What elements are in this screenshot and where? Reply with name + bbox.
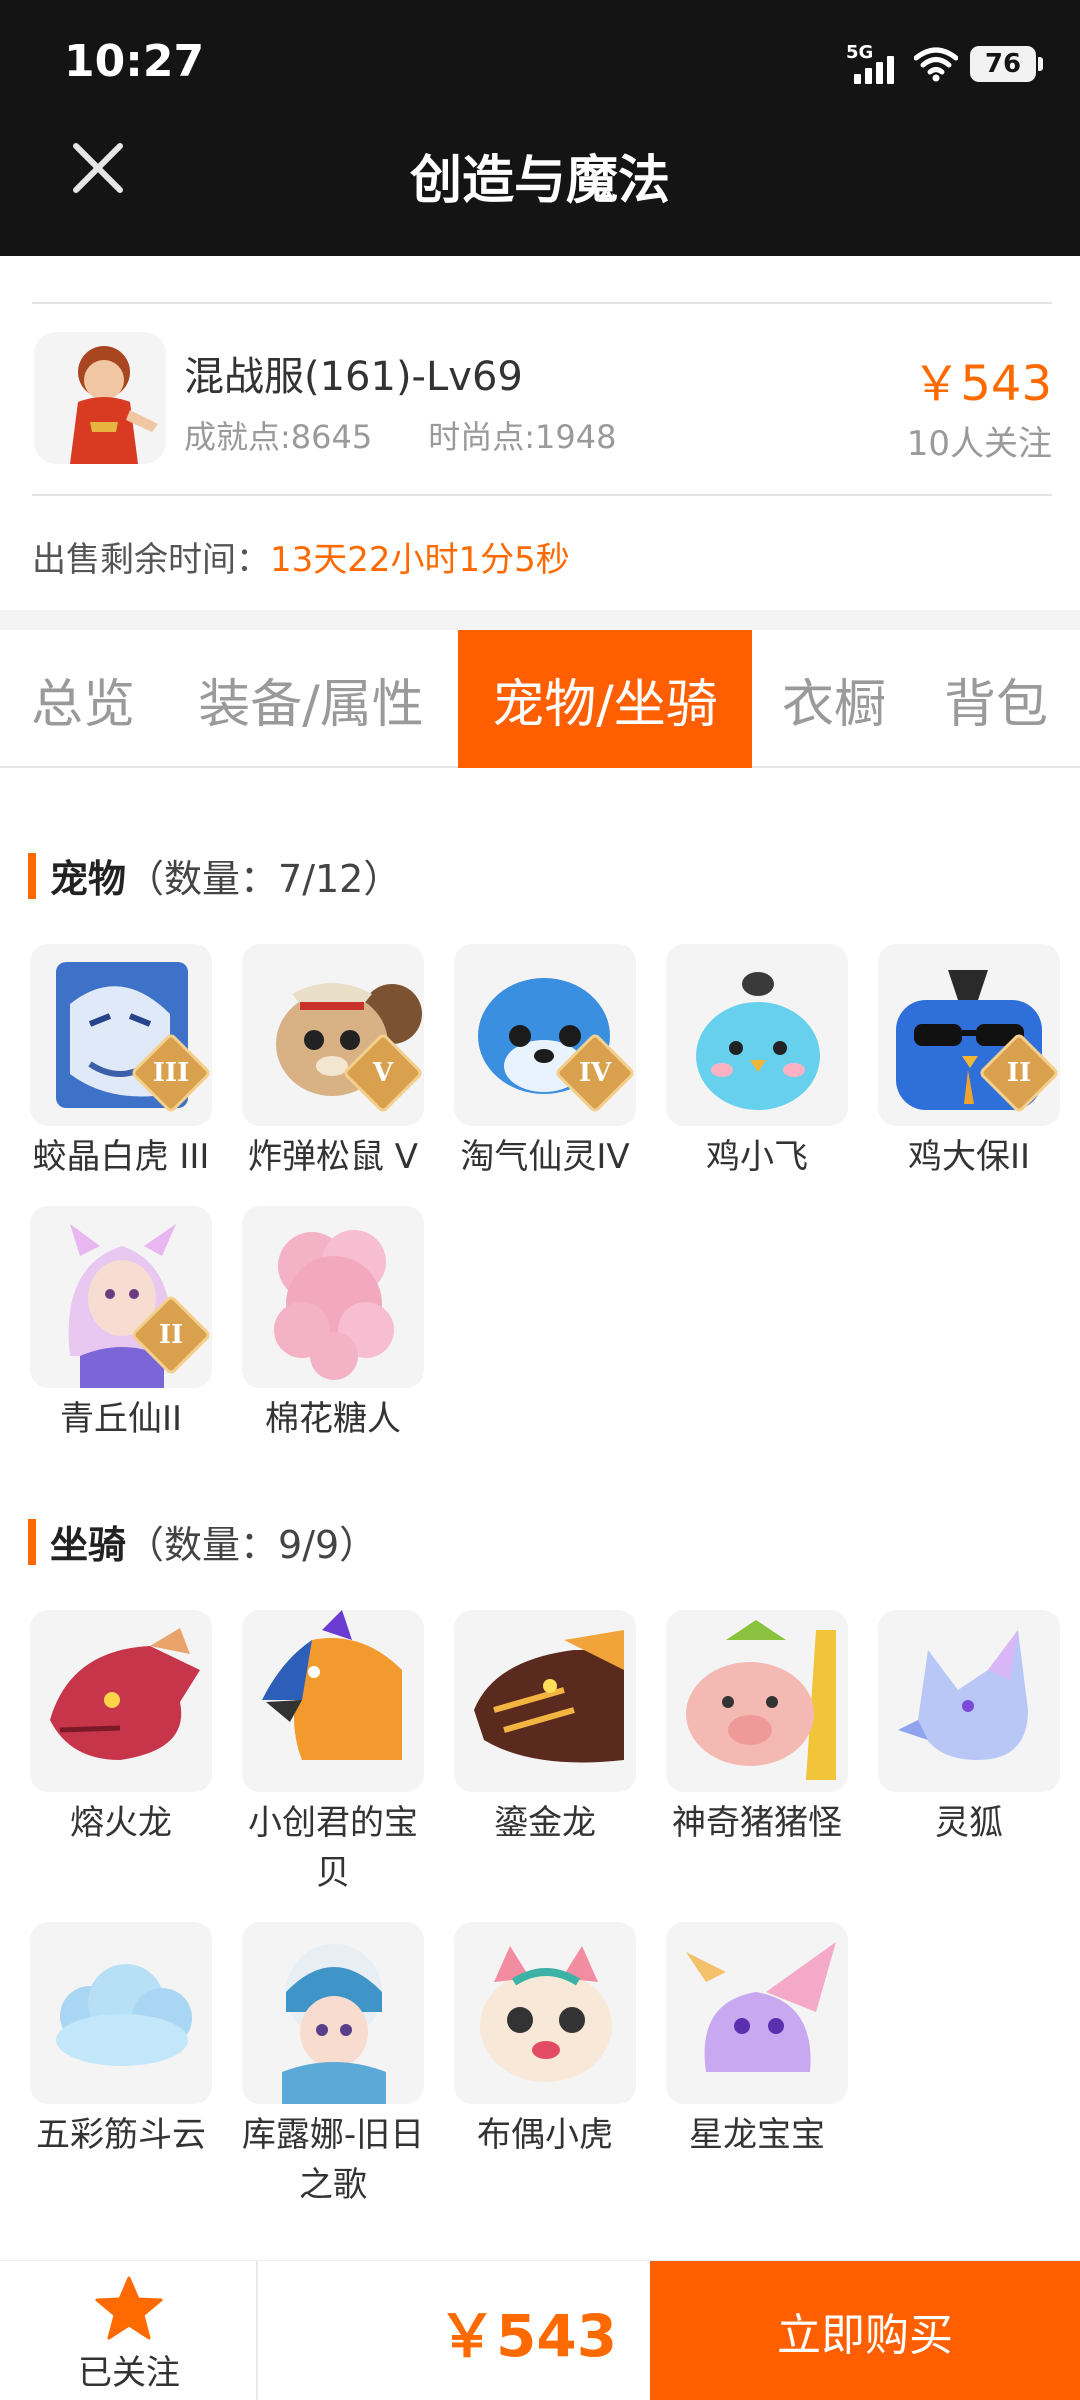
pet-item[interactable]: IV 淘气仙灵IV: [450, 944, 640, 1182]
pet-item[interactable]: II 鸡大保II: [874, 944, 1064, 1182]
mount-item[interactable]: 星龙宝宝: [662, 1922, 852, 2160]
bottom-action-bar: 已关注 ￥543 立即购买: [0, 2260, 1080, 2400]
mounts-count: （数量：9/9）: [126, 1523, 378, 1567]
wifi-icon: [914, 47, 958, 82]
mount-item[interactable]: 神奇猪猪怪: [662, 1610, 852, 1848]
pet-thumbnail: [242, 1206, 424, 1388]
tier-badge: V: [372, 1058, 394, 1088]
mount-item[interactable]: 布偶小虎: [450, 1922, 640, 2160]
mount-item[interactable]: 库露娜-旧日之歌: [238, 1922, 428, 2210]
mount-name: 五彩筋斗云: [36, 2115, 206, 2155]
tier-badge: II: [158, 1320, 184, 1350]
follow-button[interactable]: 已关注: [0, 2261, 258, 2400]
mount-name: 灵狐: [935, 1803, 1003, 1843]
pet-name: 青丘仙II: [59, 1399, 183, 1439]
pet-thumbnail: [666, 944, 848, 1126]
pet-thumbnail: II: [878, 944, 1060, 1126]
mounts-title: 坐骑: [50, 1523, 127, 1567]
mount-item[interactable]: 鎏金龙: [450, 1610, 640, 1848]
pet-item[interactable]: V 炸弹松鼠 V: [238, 944, 428, 1182]
product-card[interactable]: 混战服(161)-Lv69 成就点:8645 时尚点:1948 ￥543 10人关…: [32, 302, 1052, 496]
section-marker: [28, 1518, 36, 1565]
mount-thumbnail: [454, 1610, 636, 1792]
mount-name: 神奇猪猪怪: [672, 1803, 842, 1843]
tab-wardrobe[interactable]: 衣橱: [756, 630, 912, 768]
tab-pets-mounts[interactable]: 宠物/坐骑: [458, 630, 752, 768]
sale-remaining: 出售剩余时间：13天22小时1分5秒: [32, 532, 570, 581]
mount-item[interactable]: 灵狐: [874, 1610, 1064, 1848]
status-icons: 5G 76: [846, 40, 1043, 88]
bottom-price: ￥543: [438, 2302, 618, 2370]
mounts-section-title: 坐骑 （数量：9/9）: [28, 1514, 377, 1569]
mount-item[interactable]: 小创君的宝贝: [238, 1610, 428, 1898]
fashion-points: 时尚点:1948: [428, 418, 617, 456]
mount-name: 熔火龙: [70, 1803, 172, 1843]
mount-thumbnail: [666, 1922, 848, 2104]
pet-name: 淘气仙灵IV: [460, 1137, 630, 1177]
character-avatar: [34, 332, 166, 464]
tab-overview[interactable]: 总览: [0, 630, 166, 768]
pet-name: 炸弹松鼠 V: [247, 1137, 419, 1177]
tab-bar: 总览 装备/属性 宠物/坐骑 衣橱 背包: [0, 630, 1080, 768]
mount-thumbnail: [878, 1610, 1060, 1792]
buy-now-button[interactable]: 立即购买: [650, 2261, 1080, 2400]
pet-item[interactable]: 棉花糖人: [238, 1206, 428, 1444]
pet-thumbnail: IV: [454, 944, 636, 1126]
pets-section-title: 宠物 （数量：7/12）: [28, 848, 401, 903]
battery-indicator: 76: [970, 46, 1043, 82]
mount-thumbnail: [666, 1610, 848, 1792]
mount-name: 鎏金龙: [494, 1803, 596, 1843]
cellular-signal-icon: 5G: [846, 40, 902, 88]
product-stats: 成就点:8645 时尚点:1948: [184, 412, 616, 458]
pet-name: 棉花糖人: [265, 1399, 401, 1439]
tier-badge: II: [1006, 1058, 1032, 1088]
pet-item[interactable]: III 蛟晶白虎 III: [26, 944, 216, 1182]
pet-item[interactable]: II 青丘仙II: [26, 1206, 216, 1444]
pets-title: 宠物: [50, 857, 127, 901]
mount-thumbnail: [30, 1922, 212, 2104]
sale-remaining-label: 出售剩余时间：: [32, 540, 270, 580]
mount-name: 布偶小虎: [477, 2115, 613, 2155]
divider: [0, 610, 1080, 630]
mount-item[interactable]: 熔火龙: [26, 1610, 216, 1848]
tab-backpack[interactable]: 背包: [912, 630, 1080, 768]
pet-thumbnail: III: [30, 944, 212, 1126]
section-marker: [28, 852, 36, 899]
sale-remaining-time: 13天22小时1分5秒: [270, 540, 570, 580]
tier-badge: III: [152, 1058, 190, 1088]
top-bar: 10:27 5G 76 创造与魔法: [0, 0, 1080, 256]
mount-thumbnail: [242, 1922, 424, 2104]
mount-item[interactable]: 五彩筋斗云: [26, 1922, 216, 2160]
pet-name: 蛟晶白虎 III: [32, 1137, 210, 1177]
pet-thumbnail: V: [242, 944, 424, 1126]
mount-name: 小创君的宝贝: [248, 1803, 418, 1893]
pet-name: 鸡大保II: [907, 1137, 1031, 1177]
product-name: 混战服(161)-Lv69: [184, 354, 523, 400]
mount-name: 星龙宝宝: [689, 2115, 825, 2155]
star-icon: [95, 2276, 163, 2340]
pet-item[interactable]: 鸡小飞: [662, 944, 852, 1182]
mount-name: 库露娜-旧日之歌: [241, 2115, 425, 2205]
achievement-points: 成就点:8645: [184, 418, 373, 456]
mount-thumbnail: [242, 1610, 424, 1792]
status-time: 10:27: [64, 36, 205, 87]
tab-equipment[interactable]: 装备/属性: [166, 630, 456, 768]
product-price: ￥543: [912, 356, 1052, 412]
mount-thumbnail: [454, 1922, 636, 2104]
pets-count: （数量：7/12）: [126, 857, 402, 901]
page-title: 创造与魔法: [409, 151, 670, 211]
tier-badge: IV: [578, 1058, 612, 1088]
mount-thumbnail: [30, 1610, 212, 1792]
pet-thumbnail: II: [30, 1206, 212, 1388]
follow-label: 已关注: [78, 2353, 180, 2393]
followers-count: 10人关注: [906, 424, 1052, 464]
pet-name: 鸡小飞: [706, 1137, 808, 1177]
